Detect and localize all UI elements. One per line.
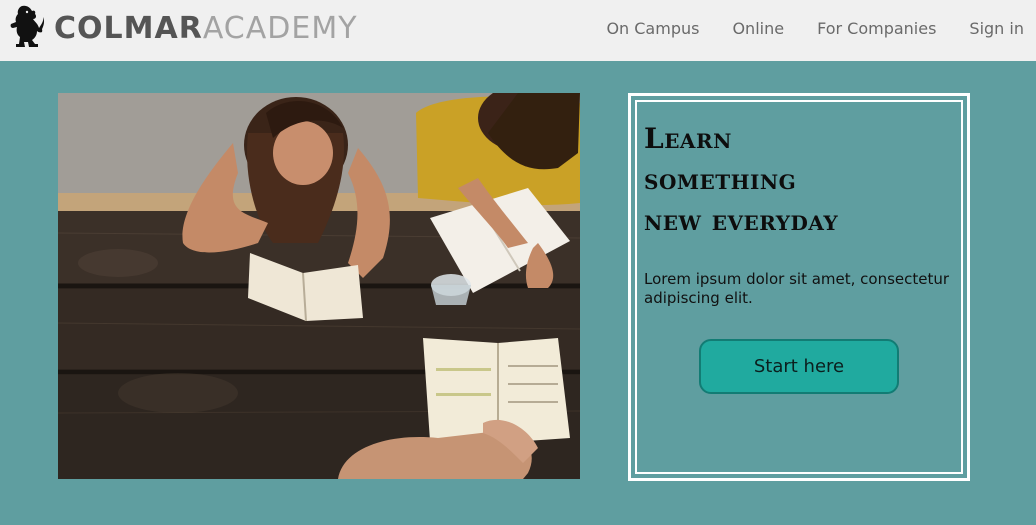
lion-rampant-icon[interactable] — [8, 4, 46, 48]
hero-title-line-2: something — [644, 163, 797, 196]
nav-on-campus[interactable]: On Campus — [606, 18, 699, 40]
hero-photo — [58, 93, 580, 479]
nav-sign-in[interactable]: Sign in — [969, 18, 1024, 40]
hero-description: Lorem ipsum dolor sit amet, consectetur … — [644, 270, 950, 307]
hero-title-line-1: Learn — [644, 122, 732, 155]
nav-online[interactable]: Online — [732, 18, 784, 40]
brand-name-light: ACADEMY — [202, 11, 358, 46]
nav-for-companies[interactable]: For Companies — [817, 18, 936, 40]
main-nav: On Campus Online For Companies Sign in — [606, 18, 1024, 40]
hero-title-line-3: new everyday — [644, 204, 839, 237]
brand-wordmark[interactable]: COLMARACADEMY — [54, 11, 358, 47]
students-reading-photo — [58, 93, 580, 479]
site-header: COLMARACADEMY On Campus Online For Compa… — [0, 0, 1036, 61]
hero-title: Learn something new everyday — [644, 118, 959, 241]
brand-name-bold: COLMAR — [54, 11, 203, 46]
start-here-button[interactable]: Start here — [699, 339, 899, 394]
